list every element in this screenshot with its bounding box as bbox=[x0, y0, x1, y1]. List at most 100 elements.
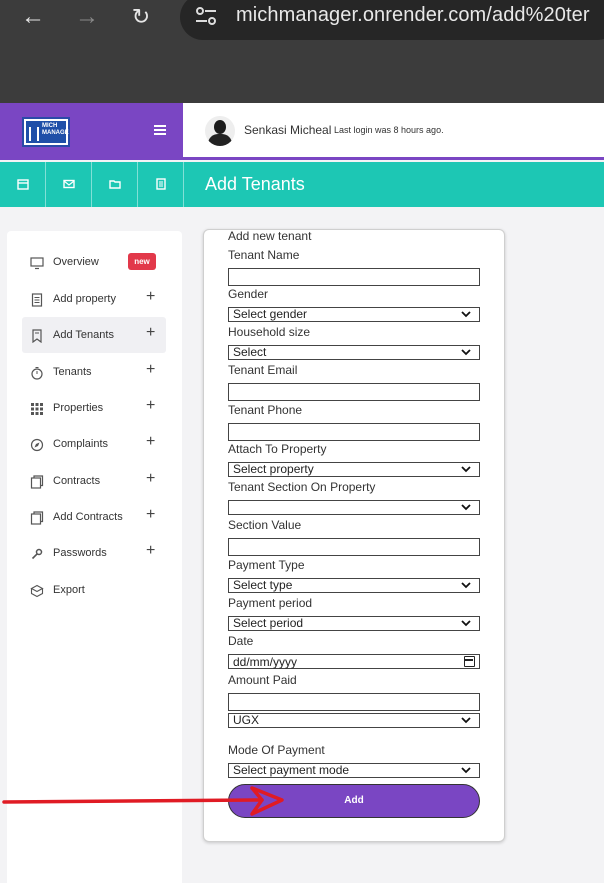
sidebar-item-label: Complaints bbox=[53, 438, 109, 450]
payment-type-label: Payment Type bbox=[228, 558, 305, 572]
expand-plus-icon[interactable]: + bbox=[146, 324, 155, 342]
sidebar-item-complaints[interactable]: Complaints + bbox=[22, 426, 166, 462]
section-select[interactable] bbox=[228, 500, 480, 515]
new-badge: new bbox=[128, 253, 156, 270]
menu-toggle-icon[interactable] bbox=[154, 125, 166, 135]
household-size-label: Household size bbox=[228, 325, 311, 339]
logo-text: MICH MANAGE bbox=[42, 123, 69, 136]
household-size-select-value: Select bbox=[233, 345, 267, 359]
attach-property-label: Attach To Property bbox=[228, 442, 327, 456]
gender-label: Gender bbox=[228, 287, 269, 301]
grid-icon bbox=[31, 403, 43, 415]
list-icon[interactable] bbox=[138, 162, 184, 207]
sidebar-item-passwords[interactable]: Passwords + bbox=[22, 535, 166, 571]
payment-type-select[interactable]: Select type bbox=[228, 578, 480, 593]
chevron-down-icon bbox=[461, 466, 471, 473]
chevron-down-icon bbox=[461, 504, 471, 511]
sidebar-item-label: Overview bbox=[53, 256, 99, 268]
chevron-down-icon bbox=[461, 582, 471, 589]
add-button[interactable]: Add bbox=[228, 784, 480, 818]
copy-icon bbox=[30, 475, 44, 489]
amount-paid-input[interactable] bbox=[228, 693, 480, 711]
expand-plus-icon[interactable]: + bbox=[146, 506, 155, 524]
sidebar-item-label: Export bbox=[53, 584, 85, 596]
bookmark-icon bbox=[32, 329, 42, 343]
chevron-down-icon bbox=[461, 717, 471, 724]
chevron-down-icon bbox=[461, 311, 471, 318]
sidebar-item-label: Add Contracts bbox=[53, 511, 123, 523]
user-name: Senkasi Micheal bbox=[244, 123, 332, 137]
sidebar-item-contracts[interactable]: Contracts + bbox=[22, 463, 166, 499]
form-heading: Add new tenant bbox=[228, 229, 312, 243]
payment-period-select[interactable]: Select period bbox=[228, 616, 480, 631]
reload-icon[interactable]: ↻ bbox=[126, 2, 156, 32]
sidebar-item-label: Contracts bbox=[53, 475, 101, 487]
compass-icon bbox=[30, 438, 44, 452]
gender-select-value: Select gender bbox=[233, 307, 308, 321]
key-icon bbox=[31, 548, 43, 560]
sidebar-item-label: Tenants bbox=[53, 366, 92, 378]
forward-arrow-icon[interactable]: → bbox=[72, 2, 102, 32]
sidebar-item-export[interactable]: Export bbox=[22, 572, 166, 608]
currency-select[interactable]: UGX bbox=[228, 713, 480, 728]
payment-period-select-value: Select period bbox=[233, 616, 304, 630]
payment-period-label: Payment period bbox=[228, 596, 313, 610]
expand-plus-icon[interactable]: + bbox=[146, 470, 155, 488]
mail-icon[interactable] bbox=[46, 162, 92, 207]
timer-icon bbox=[31, 367, 43, 380]
sidebar-item-add-contracts[interactable]: Add Contracts + bbox=[22, 499, 166, 535]
payment-mode-select[interactable]: Select payment mode bbox=[228, 763, 480, 778]
copy-icon bbox=[30, 511, 44, 525]
tenant-phone-label: Tenant Phone bbox=[228, 403, 303, 417]
tenant-phone-input[interactable] bbox=[228, 423, 480, 441]
calendar-icon[interactable] bbox=[0, 162, 46, 207]
property-select[interactable]: Select property bbox=[228, 462, 480, 477]
expand-plus-icon[interactable]: + bbox=[146, 397, 155, 415]
avatar[interactable] bbox=[205, 116, 235, 146]
section-value-label: Section Value bbox=[228, 518, 302, 532]
chevron-down-icon bbox=[461, 767, 471, 774]
back-arrow-icon[interactable]: ← bbox=[18, 2, 48, 32]
sidebar-item-label: Properties bbox=[53, 402, 104, 414]
box-icon bbox=[30, 584, 44, 598]
mode-of-payment-label: Mode Of Payment bbox=[228, 743, 325, 757]
date-input[interactable]: dd/mm/yyyy bbox=[228, 654, 480, 669]
sidebar-item-label: Add Tenants bbox=[53, 329, 114, 341]
payment-mode-select-value: Select payment mode bbox=[233, 763, 350, 777]
sidebar-item-tenants[interactable]: Tenants + bbox=[22, 354, 166, 390]
household-size-select[interactable]: Select bbox=[228, 345, 480, 360]
calendar-picker-icon[interactable] bbox=[464, 656, 475, 667]
currency-select-value: UGX bbox=[233, 713, 260, 727]
chevron-down-icon bbox=[461, 349, 471, 356]
last-login-text: Last login was 8 hours ago. bbox=[334, 125, 444, 135]
tenant-email-input[interactable] bbox=[228, 383, 480, 401]
page-title: Add Tenants bbox=[205, 174, 305, 194]
payment-type-select-value: Select type bbox=[233, 578, 293, 592]
tenant-name-input[interactable] bbox=[228, 268, 480, 286]
expand-plus-icon[interactable]: + bbox=[146, 542, 155, 560]
section-value-input[interactable] bbox=[228, 538, 480, 556]
sidebar-item-properties[interactable]: Properties + bbox=[22, 390, 166, 426]
gender-select[interactable]: Select gender bbox=[228, 307, 480, 322]
expand-plus-icon[interactable]: + bbox=[146, 288, 155, 306]
expand-plus-icon[interactable]: + bbox=[146, 361, 155, 379]
tenant-name-label: Tenant Name bbox=[228, 248, 300, 262]
tenant-section-label: Tenant Section On Property bbox=[228, 480, 376, 494]
chevron-down-icon bbox=[461, 620, 471, 627]
expand-plus-icon[interactable]: + bbox=[146, 433, 155, 451]
date-placeholder: dd/mm/yyyy bbox=[233, 655, 298, 669]
amount-paid-label: Amount Paid bbox=[228, 673, 297, 687]
app-logo[interactable]: MICH MANAGE bbox=[22, 117, 70, 147]
site-settings-icon[interactable] bbox=[190, 0, 222, 32]
document-icon bbox=[31, 293, 43, 307]
sidebar-item-label: Add property bbox=[53, 293, 116, 305]
property-select-value: Select property bbox=[233, 462, 314, 476]
sidebar-item-add-property[interactable]: Add property + bbox=[22, 281, 166, 317]
date-label: Date bbox=[228, 634, 254, 648]
folder-icon[interactable] bbox=[92, 162, 138, 207]
sidebar-item-overview[interactable]: Overview new bbox=[22, 244, 166, 280]
sidebar-item-add-tenants[interactable]: Add Tenants + bbox=[22, 317, 166, 353]
tenant-email-label: Tenant Email bbox=[228, 363, 298, 377]
url-text[interactable]: michmanager.onrender.com/add%20ter bbox=[236, 4, 590, 27]
monitor-icon bbox=[30, 257, 44, 270]
